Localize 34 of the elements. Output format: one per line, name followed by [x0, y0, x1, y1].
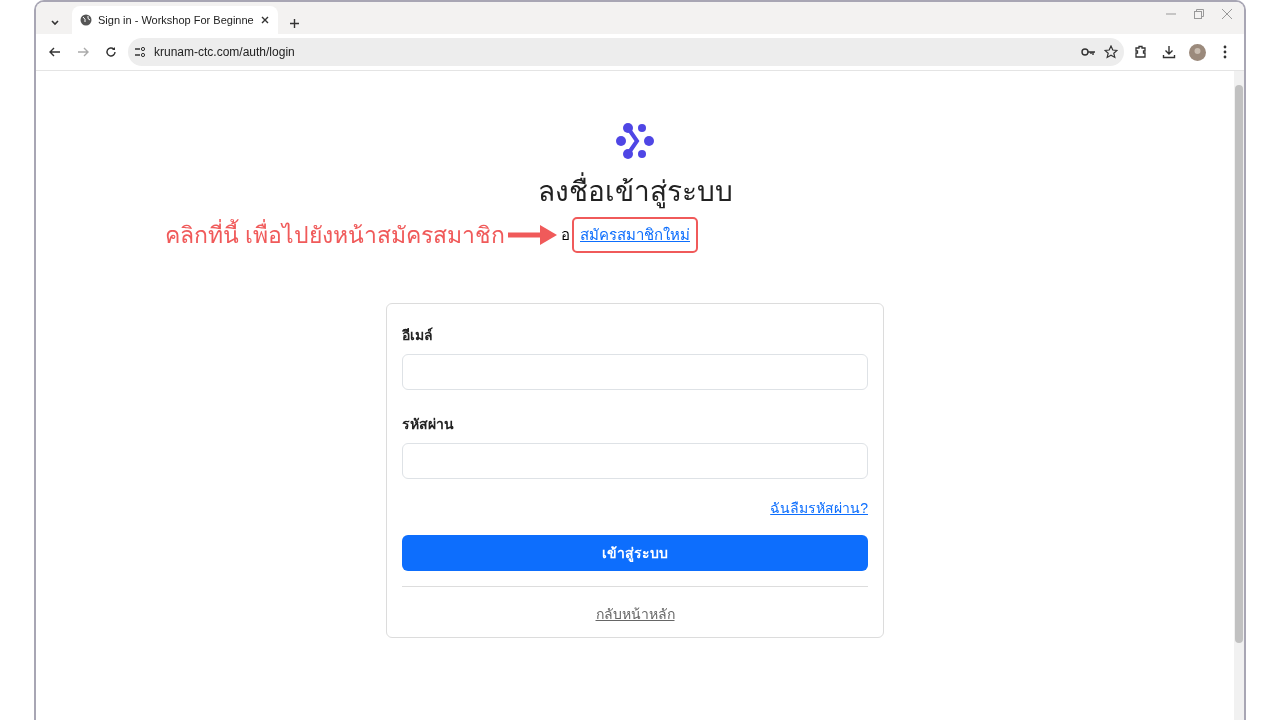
- close-icon[interactable]: [259, 15, 270, 25]
- avatar-icon: [1188, 43, 1206, 61]
- field-label: อีเมล์: [402, 326, 434, 345]
- arrow-left-icon: [49, 46, 61, 58]
- tab-title: Sign in - Workshop For Beginne: [98, 14, 254, 26]
- puzzle-icon: [1134, 45, 1148, 59]
- input-field[interactable]: [402, 443, 868, 479]
- register-link[interactable]: สมัครสมาชิกใหม่: [577, 226, 693, 243]
- url-text: krunam-ctc.com/auth/login: [154, 45, 296, 59]
- input-field[interactable]: [402, 354, 868, 390]
- plus-icon: [289, 17, 301, 29]
- profile-button[interactable]: [1186, 41, 1208, 63]
- annotation-text: คลิกที่นี้ เพื่อไปยังหน้าสมัครสมาชิก: [164, 217, 505, 253]
- field-label: รหัสผ่าน: [402, 415, 455, 434]
- login-button[interactable]: เข้าสู่ระบบ: [402, 535, 868, 571]
- restore-icon[interactable]: [1194, 9, 1204, 19]
- download-icon: [1162, 45, 1176, 59]
- logo-icon: [616, 123, 654, 159]
- back-home-link[interactable]: กลับหน้าหลัก: [595, 603, 675, 625]
- arrow-right-icon: [77, 46, 89, 58]
- star-icon[interactable]: [1104, 45, 1118, 59]
- page-heading: ลงชื่อเข้าสู่ระบบ: [537, 169, 733, 213]
- globe-icon: [80, 14, 92, 26]
- forgot-password-link[interactable]: ฉันลืมรหัสผ่าน?: [770, 497, 868, 519]
- site-settings-icon[interactable]: [134, 46, 146, 58]
- annotation-arrow: [508, 224, 558, 246]
- reload-icon: [105, 46, 117, 58]
- chevron-down-icon: [50, 18, 60, 28]
- scrollbar-thumb[interactable]: [1235, 85, 1243, 643]
- more-icon: [1223, 45, 1227, 59]
- register-prefix: อ: [561, 225, 570, 245]
- key-icon[interactable]: [1081, 47, 1096, 57]
- browser-tab[interactable]: Sign in - Workshop For Beginne: [72, 6, 278, 34]
- address-bar[interactable]: krunam-ctc.com/auth/login: [128, 38, 1124, 66]
